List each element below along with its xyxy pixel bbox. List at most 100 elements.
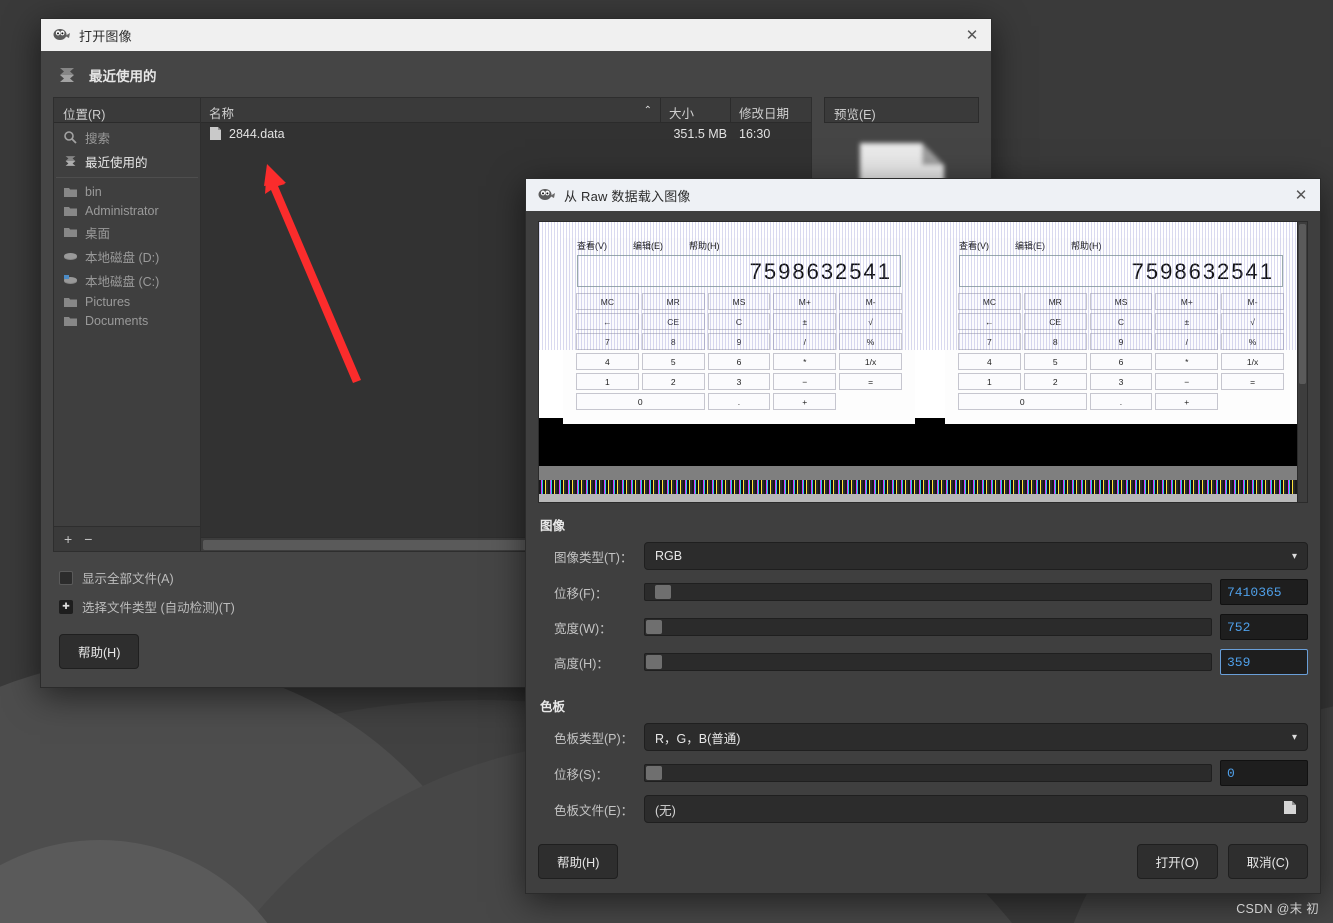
image-offset-row: 位移(F)： ▲ ▼	[538, 579, 1308, 605]
calculator-menu-item: 帮助(H)	[1071, 241, 1102, 251]
add-place-button[interactable]: +	[64, 532, 72, 546]
column-header-size[interactable]: 大小	[661, 98, 731, 123]
image-width-stepper[interactable]: ▲ ▼	[1220, 614, 1308, 640]
calculator-key: M+	[773, 293, 837, 310]
slider-thumb[interactable]	[646, 620, 662, 634]
calculator-key: /	[1155, 333, 1219, 350]
places-list: 搜索 最近使用的 bin Administrator 桌面 本地磁盘 (D:) …	[54, 123, 200, 526]
sidebar-item-label: Administrator	[85, 203, 159, 218]
calculator-key: M-	[1221, 293, 1284, 310]
sidebar-item-desktop[interactable]: 桌面	[54, 220, 200, 244]
table-row[interactable]: 2844.data 351.5 MB 16:30	[201, 123, 811, 144]
scrollbar-thumb[interactable]	[1299, 224, 1306, 385]
calculator-key: %	[839, 333, 902, 350]
calculator-display: 7598632541	[959, 255, 1283, 287]
column-header-date[interactable]: 修改日期	[731, 98, 811, 123]
sidebar-item-label: 搜索	[85, 131, 111, 146]
calculator-key: 8	[1023, 333, 1087, 350]
raw-preview-vertical-scrollbar[interactable]	[1297, 222, 1307, 502]
calculator-key: 1/x	[1221, 353, 1284, 370]
noise-band	[539, 480, 1297, 494]
show-all-files-checkbox[interactable]	[59, 570, 73, 585]
remove-place-button[interactable]: −	[84, 532, 92, 546]
noise-band	[539, 494, 1297, 502]
calculator-key: 7	[958, 333, 1021, 350]
sidebar-item-drive-c[interactable]: 本地磁盘 (C:)	[54, 268, 200, 292]
sidebar-item-bin[interactable]: bin	[54, 182, 200, 201]
calculator-menu-item: 编辑(E)	[633, 241, 663, 251]
recent-icon	[63, 154, 78, 168]
raw-dialog-titlebar: 从 Raw 数据载入图像 ✕	[526, 179, 1320, 211]
image-height-label: 高度(H)：	[554, 656, 609, 671]
slider-thumb[interactable]	[646, 766, 662, 780]
calculator-key: /	[773, 333, 837, 350]
calculator-key: MR	[1023, 293, 1087, 310]
help-button[interactable]: 帮助(H)	[59, 634, 140, 669]
calculator-key: 2	[1023, 373, 1087, 390]
palette-file-chooser[interactable]: (无)	[644, 795, 1308, 823]
palette-offset-input[interactable]	[1221, 761, 1307, 785]
sidebar-item-drive-d[interactable]: 本地磁盘 (D:)	[54, 244, 200, 268]
image-width-slider[interactable]	[644, 618, 1212, 636]
slider-thumb[interactable]	[655, 585, 671, 599]
palette-offset-slider[interactable]	[644, 764, 1212, 782]
sidebar-item-documents[interactable]: Documents	[54, 311, 200, 330]
image-width-input[interactable]	[1221, 615, 1307, 639]
open-button[interactable]: 打开(O)	[1136, 844, 1218, 879]
image-height-row: 高度(H)： ▲ ▼	[538, 649, 1308, 675]
calculator-key: *	[1155, 353, 1219, 370]
folder-icon	[63, 295, 78, 309]
sidebar-item-administrator[interactable]: Administrator	[54, 201, 200, 220]
file-size-cell: 351.5 MB	[673, 126, 727, 141]
sidebar-item-pictures[interactable]: Pictures	[54, 292, 200, 311]
cancel-button[interactable]: 取消(C)	[1227, 844, 1308, 879]
image-height-input[interactable]	[1221, 650, 1307, 674]
close-icon[interactable]: ✕	[959, 22, 985, 48]
calculator-key: 0	[576, 393, 705, 410]
raw-preview-canvas[interactable]: 查看(V) 编辑(E) 帮助(H) 7598632541 MC MR MS M+…	[539, 222, 1297, 502]
calculator-key: *	[773, 353, 837, 370]
close-icon[interactable]: ✕	[1288, 182, 1314, 208]
dialog-title: 打开图像	[79, 28, 132, 44]
noise-band	[539, 418, 1297, 466]
image-offset-label: 位移(F)：	[554, 586, 608, 601]
sidebar-item-label: bin	[85, 184, 102, 199]
calculator-key: 4	[958, 353, 1021, 370]
sort-ascending-icon: ⌃	[643, 105, 652, 116]
column-header-name[interactable]: 名称 ⌃	[201, 98, 661, 123]
calculator-key: =	[1221, 373, 1284, 390]
sidebar-item-label: 最近使用的	[85, 155, 148, 170]
slider-thumb[interactable]	[646, 655, 662, 669]
calculator-key: M+	[1155, 293, 1219, 310]
palette-offset-stepper[interactable]: ▲ ▼	[1220, 760, 1308, 786]
calculator-keypad: MC MR MS M+ M- ← CE C ± √ 7 8 9 / % 4 5 …	[958, 293, 1284, 410]
sidebar-item-recent[interactable]: 最近使用的	[54, 149, 200, 173]
image-offset-input[interactable]	[1221, 580, 1307, 604]
noise-band	[539, 466, 1297, 480]
image-height-stepper[interactable]: ▲ ▼	[1220, 649, 1308, 675]
select-file-type-label: 选择文件类型 (自动检测)(T)	[82, 601, 235, 615]
calculator-menu-item: 查看(V)	[959, 241, 989, 251]
image-height-slider[interactable]	[644, 653, 1212, 671]
expander-icon[interactable]: ✚	[59, 599, 73, 614]
palette-file-row: 色板文件(E)： (无)	[538, 795, 1308, 823]
image-offset-stepper[interactable]: ▲ ▼	[1220, 579, 1308, 605]
image-type-select[interactable]: RGB ▾	[644, 542, 1308, 570]
calculator-key: 4	[576, 353, 639, 370]
calculator-key: +	[773, 393, 837, 410]
sidebar-item-search[interactable]: 搜索	[54, 125, 200, 149]
calculator-key: −	[1155, 373, 1219, 390]
calculator-key: 9	[707, 333, 771, 350]
folder-icon	[63, 314, 78, 328]
image-offset-slider[interactable]	[644, 583, 1212, 601]
image-type-value: RGB	[655, 549, 683, 563]
file-browse-icon[interactable]	[1283, 800, 1297, 818]
palette-type-label: 色板类型(P)：	[554, 731, 634, 746]
file-icon	[209, 126, 222, 141]
raw-data-preview: 查看(V) 编辑(E) 帮助(H) 7598632541 MC MR MS M+…	[538, 221, 1308, 503]
help-button[interactable]: 帮助(H)	[538, 844, 619, 879]
gimp-wilber-icon	[53, 27, 71, 43]
current-place-label: 最近使用的	[89, 69, 157, 84]
calculator-key: 9	[1089, 333, 1153, 350]
palette-type-select[interactable]: R，G，B(普通) ▾	[644, 723, 1308, 751]
